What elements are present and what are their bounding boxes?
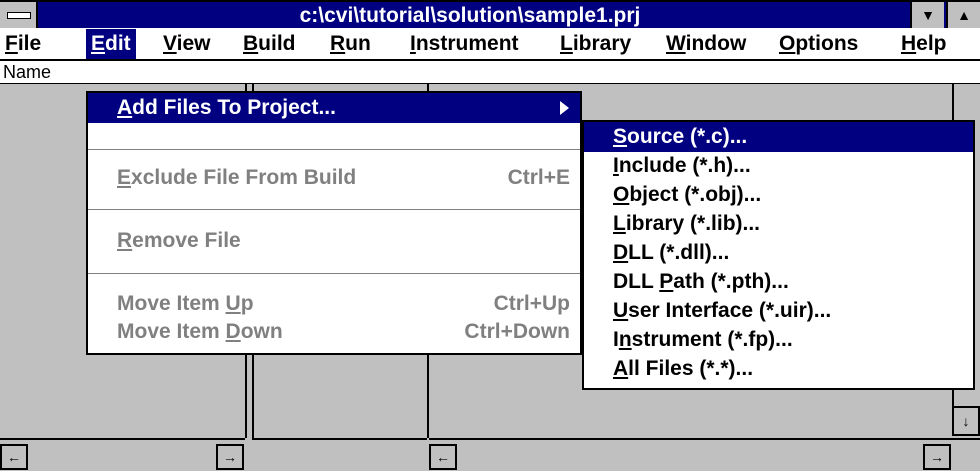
scroll-left-arrow[interactable]: ← (0, 444, 28, 470)
scroll-right-arrow[interactable]: → (216, 444, 244, 470)
separator (88, 273, 580, 274)
scroll-down-arrow[interactable]: ↓ (952, 406, 980, 436)
move-item-down-menu-item[interactable]: Move Item Down Ctrl+Down (88, 317, 580, 347)
minimize-button[interactable]: ▼ (910, 2, 944, 28)
system-menu-button[interactable] (0, 2, 38, 28)
menu-bar: File Edit View Build Run Instrument Libr… (0, 28, 980, 61)
menu-instrument[interactable]: Instrument (405, 29, 524, 59)
menu-run[interactable]: Run (325, 29, 376, 59)
menu-help[interactable]: Help (896, 29, 952, 59)
remove-file-menu-item[interactable]: Remove File (88, 226, 580, 256)
move-item-up-menu-item[interactable]: Move Item Up Ctrl+Up (88, 289, 580, 319)
menu-build[interactable]: Build (238, 29, 301, 59)
menu-window[interactable]: Window (661, 29, 751, 59)
column-header: Name (0, 61, 980, 84)
library-files-menu-item[interactable]: Library (*.lib)... (584, 209, 973, 239)
menu-view[interactable]: View (158, 29, 216, 59)
instrument-files-menu-item[interactable]: Instrument (*.fp)... (584, 325, 973, 355)
add-files-submenu: Source (*.c)... Include (*.h)... Object … (582, 120, 975, 390)
window-title: c:\cvi\tutorial\solution\sample1.prj (299, 4, 641, 27)
title-bar: c:\cvi\tutorial\solution\sample1.prj ▼ ▲ (0, 0, 980, 28)
separator (88, 149, 580, 150)
menu-options[interactable]: Options (774, 29, 863, 59)
horizontal-scrollbar[interactable]: ← → (429, 438, 980, 471)
minus-icon (7, 12, 31, 19)
menu-edit[interactable]: Edit (86, 29, 136, 59)
exclude-file-menu-item[interactable]: Exclude File From Build Ctrl+E (88, 163, 580, 193)
add-files-menu-item[interactable]: Add Files To Project... (88, 93, 580, 123)
source-files-menu-item[interactable]: Source (*.c)... (584, 122, 973, 152)
menu-file[interactable]: File (0, 29, 46, 59)
window: c:\cvi\tutorial\solution\sample1.prj ▼ ▲… (0, 0, 980, 471)
separator (88, 209, 580, 210)
horizontal-scrollbar[interactable] (252, 438, 427, 471)
menu-library[interactable]: Library (555, 29, 636, 59)
scroll-right-arrow[interactable]: → (923, 444, 951, 470)
dll-files-menu-item[interactable]: DLL (*.dll)... (584, 238, 973, 268)
name-column-label[interactable]: Name (0, 62, 51, 82)
object-files-menu-item[interactable]: Object (*.obj)... (584, 180, 973, 210)
horizontal-scrollbar[interactable]: ← → (0, 438, 245, 471)
edit-menu-dropdown: Add Files To Project... Exclude File Fro… (86, 91, 582, 355)
all-files-menu-item[interactable]: All Files (*.*)... (584, 354, 973, 384)
maximize-button[interactable]: ▲ (946, 2, 980, 28)
scroll-left-arrow[interactable]: ← (429, 444, 457, 470)
include-files-menu-item[interactable]: Include (*.h)... (584, 151, 973, 181)
user-interface-files-menu-item[interactable]: User Interface (*.uir)... (584, 296, 973, 326)
submenu-arrow-icon (560, 101, 569, 115)
dll-path-files-menu-item[interactable]: DLL Path (*.pth)... (584, 267, 973, 297)
